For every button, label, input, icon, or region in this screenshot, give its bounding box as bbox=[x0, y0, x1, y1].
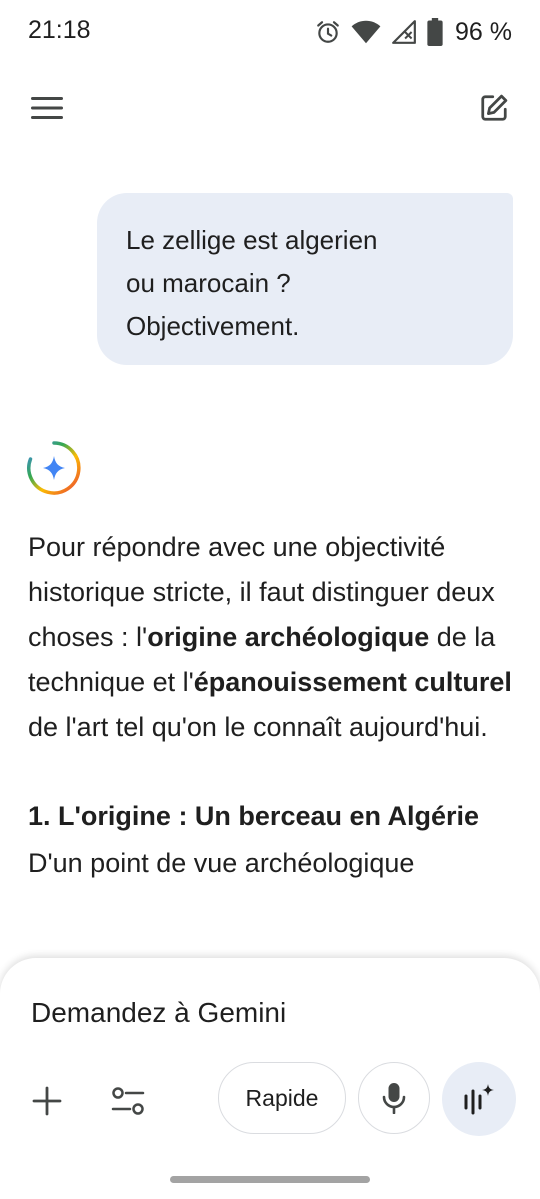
composer: Demandez à Gemini Rapide bbox=[0, 958, 540, 1199]
user-message-line: Le zellige est algerien bbox=[126, 225, 378, 255]
response-paragraph-partial: D'un point de vue archéologique bbox=[28, 848, 415, 878]
response-bold-text: épanouissement culturel bbox=[193, 667, 512, 697]
alarm-icon bbox=[317, 21, 339, 43]
new-chat-icon bbox=[481, 94, 508, 121]
top-bar bbox=[0, 80, 540, 136]
response-paragraph: Pour répondre avec une objectivité histo… bbox=[28, 525, 518, 750]
battery-percent: 96 % bbox=[455, 17, 512, 46]
response-bold-text: origine archéologique bbox=[147, 622, 430, 652]
new-chat-button[interactable] bbox=[472, 86, 516, 130]
tools-icon bbox=[111, 1087, 145, 1115]
gemini-avatar bbox=[26, 440, 82, 496]
user-message-bubble[interactable]: Le zellige est algerien ou marocain ? Ob… bbox=[97, 193, 513, 365]
model-mode-button[interactable]: Rapide bbox=[218, 1062, 346, 1134]
prompt-input[interactable]: Demandez à Gemini bbox=[31, 997, 286, 1029]
menu-button[interactable] bbox=[22, 88, 72, 128]
user-message-text: Le zellige est algerien ou marocain ? Ob… bbox=[126, 219, 456, 348]
signal-icon bbox=[392, 20, 416, 44]
status-icons: 96 % bbox=[315, 16, 512, 48]
tools-button[interactable] bbox=[102, 1076, 154, 1126]
gemini-sparkle-icon bbox=[27, 441, 81, 495]
status-time: 21:18 bbox=[28, 16, 91, 44]
response-text: de l'art tel qu'on le connaît aujourd'hu… bbox=[28, 712, 488, 742]
user-message-line: ou marocain ? bbox=[126, 268, 291, 298]
battery-icon bbox=[427, 18, 443, 46]
add-attachment-button[interactable] bbox=[22, 1076, 72, 1126]
home-indicator[interactable] bbox=[170, 1176, 370, 1183]
live-mode-button[interactable] bbox=[442, 1062, 516, 1136]
status-bar: 21:18 96 % bbox=[0, 0, 540, 64]
response-heading: 1. L'origine : Un berceau en Algérie bbox=[28, 801, 480, 831]
microphone-button[interactable] bbox=[358, 1062, 430, 1134]
user-message-line: Objectivement. bbox=[126, 311, 300, 341]
live-icon bbox=[464, 1084, 494, 1115]
wifi-icon bbox=[351, 20, 381, 44]
mic-icon bbox=[382, 1083, 406, 1114]
menu-icon bbox=[31, 97, 63, 119]
model-response: Pour répondre avec une objectivité histo… bbox=[28, 525, 518, 886]
plus-icon bbox=[32, 1086, 62, 1116]
